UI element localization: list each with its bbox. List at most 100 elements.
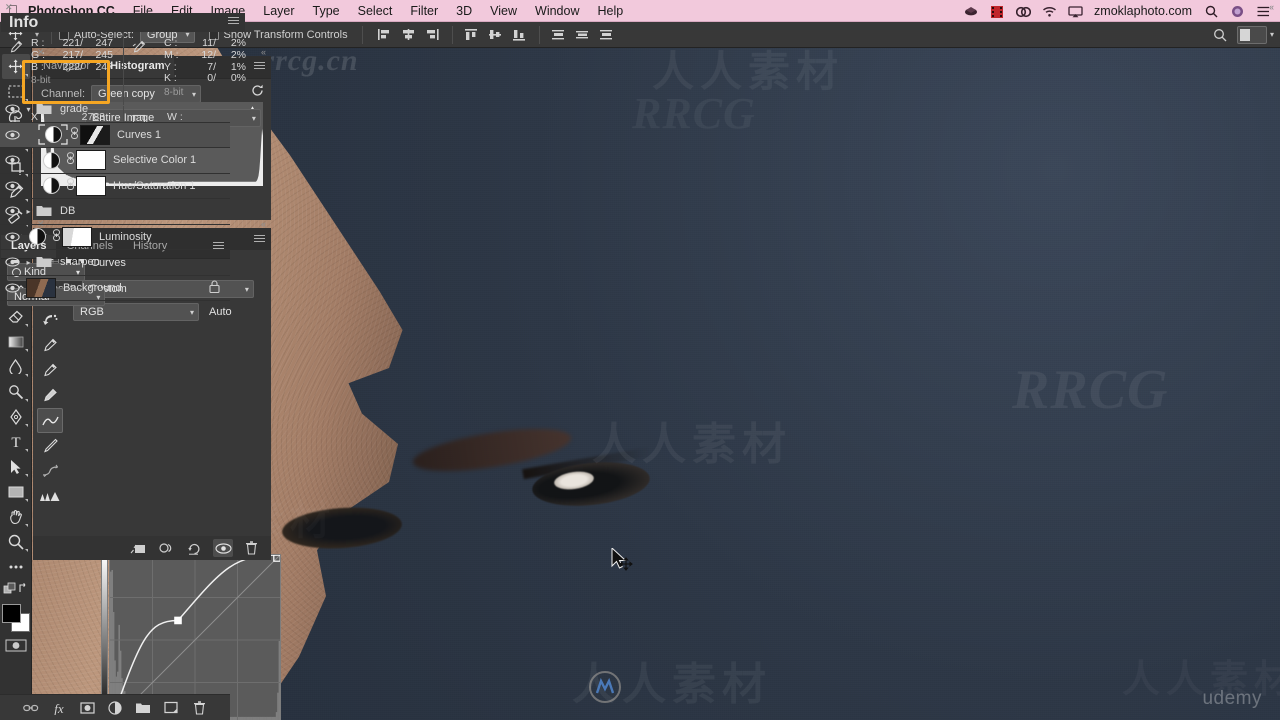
foreground-color-swatch[interactable]	[1, 604, 21, 623]
menu-item-help[interactable]: Help	[589, 0, 633, 22]
layer-mask-thumbnail[interactable]	[76, 175, 106, 196]
layer-row[interactable]: Hue/Saturation 1	[0, 174, 230, 199]
layer-link-icon[interactable]	[68, 127, 80, 143]
menu-item-view[interactable]: View	[481, 0, 526, 22]
delete-icon[interactable]	[241, 539, 261, 557]
wifi-icon[interactable]	[1036, 0, 1062, 22]
new-adjustment-layer-icon[interactable]	[107, 700, 123, 716]
layer-expand-toggle-icon[interactable]: ▸	[22, 207, 35, 216]
layer-expand-toggle-icon[interactable]: ▾	[22, 105, 35, 114]
cmyk-m-value2: 2%	[230, 48, 246, 61]
layer-row[interactable]: Background	[0, 276, 230, 301]
distribute-vertical-center-icon[interactable]	[572, 25, 594, 45]
spotlight-search-icon[interactable]	[1198, 0, 1224, 22]
menu-item-type[interactable]: Type	[304, 0, 349, 22]
svg-text:fx: fx	[54, 701, 64, 715]
layer-link-icon[interactable]	[64, 178, 76, 194]
layers-footer: fx	[0, 694, 230, 720]
close-icon[interactable]: ✕	[5, 2, 13, 13]
creative-cloud-icon[interactable]	[1010, 0, 1036, 22]
layer-visibility-icon[interactable]	[2, 155, 22, 165]
panel-menu-icon[interactable]	[254, 62, 265, 71]
align-top-edges-icon[interactable]	[461, 25, 483, 45]
align-left-edges-icon[interactable]	[374, 25, 396, 45]
panel-menu-icon[interactable]	[228, 17, 239, 26]
color-swatches[interactable]	[1, 603, 31, 633]
hand-tool-icon[interactable]	[2, 504, 30, 529]
menu-item-3d[interactable]: 3D	[447, 0, 481, 22]
layer-visibility-icon[interactable]	[2, 283, 22, 293]
layer-mask-thumbnail[interactable]	[62, 226, 92, 247]
curve-pencil-point-icon[interactable]	[37, 408, 63, 433]
menu-item-select[interactable]: Select	[349, 0, 402, 22]
refresh-icon[interactable]	[251, 84, 264, 100]
layer-row[interactable]: Luminosity	[0, 225, 230, 250]
dodge-tool-icon[interactable]	[2, 379, 30, 404]
airplay-icon[interactable]	[1062, 0, 1088, 22]
layer-mask-thumbnail[interactable]	[80, 124, 110, 145]
menu-item-window[interactable]: Window	[526, 0, 588, 22]
layer-expand-toggle-icon[interactable]: ▸	[22, 258, 35, 267]
layer-visibility-icon[interactable]	[2, 104, 22, 114]
adjustment-thumbnail[interactable]	[38, 177, 64, 195]
layer-style-fx-icon[interactable]: fx	[51, 700, 67, 716]
new-layer-icon[interactable]	[163, 700, 179, 716]
layer-row[interactable]: ▸ DB	[0, 199, 230, 225]
align-horizontal-centers-icon[interactable]	[398, 25, 420, 45]
distribute-bottom-icon[interactable]	[596, 25, 618, 45]
reset-icon[interactable]	[185, 539, 205, 557]
clipping-display-icon[interactable]	[37, 483, 63, 508]
add-layer-mask-icon[interactable]	[79, 700, 95, 716]
layer-visibility-icon[interactable]	[2, 232, 22, 242]
adjustment-thumbnail[interactable]	[38, 151, 64, 169]
align-bottom-edges-icon[interactable]	[509, 25, 531, 45]
layer-mask-thumbnail[interactable]	[76, 150, 106, 171]
layer-visibility-icon[interactable]	[2, 206, 22, 216]
smooth-curve-icon[interactable]	[37, 458, 63, 483]
photoshop-window:  Photoshop CC File Edit Image Layer Typ…	[0, 0, 1280, 720]
layer-row[interactable]: Curves 1	[0, 122, 230, 148]
layer-visibility-icon[interactable]	[2, 181, 22, 191]
rectangle-tool-icon[interactable]	[2, 479, 30, 504]
distribute-top-icon[interactable]	[548, 25, 570, 45]
new-group-icon[interactable]	[135, 700, 151, 716]
white-point-eyedropper-icon[interactable]	[37, 383, 63, 408]
pen-tool-icon[interactable]	[2, 404, 30, 429]
menu-item-layer[interactable]: Layer	[254, 0, 303, 22]
dropbox-icon[interactable]	[958, 0, 984, 22]
layer-link-icon[interactable]	[50, 229, 62, 245]
collapse-panel-icon[interactable]: «	[1269, 2, 1274, 12]
align-right-edges-icon[interactable]	[422, 25, 444, 45]
workspace-switcher-icon[interactable]: ▾	[1236, 25, 1274, 44]
layer-visibility-icon[interactable]	[2, 257, 22, 267]
siri-icon[interactable]	[1224, 0, 1250, 22]
layer-row[interactable]: ▾ grade	[0, 97, 230, 123]
search-icon[interactable]	[1209, 25, 1231, 45]
adjustment-thumbnail-selected[interactable]	[38, 124, 68, 145]
align-vertical-centers-icon[interactable]	[485, 25, 507, 45]
toggle-visibility-icon[interactable]	[213, 539, 233, 557]
quick-mask-icon[interactable]	[3, 637, 29, 653]
layer-link-icon[interactable]	[64, 152, 76, 168]
draw-curve-pencil-icon[interactable]	[37, 433, 63, 458]
view-previous-state-icon[interactable]	[157, 539, 177, 557]
delete-layer-icon[interactable]	[191, 700, 207, 716]
layer-thumbnail[interactable]	[26, 277, 56, 298]
film-icon[interactable]	[984, 0, 1010, 22]
move-cursor	[610, 546, 644, 587]
path-selection-tool-icon[interactable]	[2, 454, 30, 479]
cmyk-m-label: M :	[164, 48, 179, 61]
layer-list[interactable]: ▾ grade Curves 1 Selective Color 1 Hue/Satur…	[0, 97, 230, 373]
edit-toolbar-icon[interactable]	[2, 554, 30, 579]
menu-bar-url[interactable]: zmoklaphoto.com	[1088, 4, 1198, 18]
clip-to-layer-icon[interactable]	[129, 539, 149, 557]
layer-visibility-icon[interactable]	[2, 130, 22, 140]
type-tool-icon[interactable]: T	[2, 429, 30, 454]
zoom-tool-icon[interactable]	[2, 529, 30, 554]
panel-menu-icon[interactable]	[254, 235, 265, 244]
adjustment-thumbnail[interactable]	[24, 228, 50, 246]
menu-item-filter[interactable]: Filter	[401, 0, 447, 22]
layer-row[interactable]: Selective Color 1	[0, 148, 230, 174]
layer-row[interactable]: ▸ sharpen	[0, 250, 230, 276]
link-layers-icon[interactable]	[23, 700, 39, 716]
